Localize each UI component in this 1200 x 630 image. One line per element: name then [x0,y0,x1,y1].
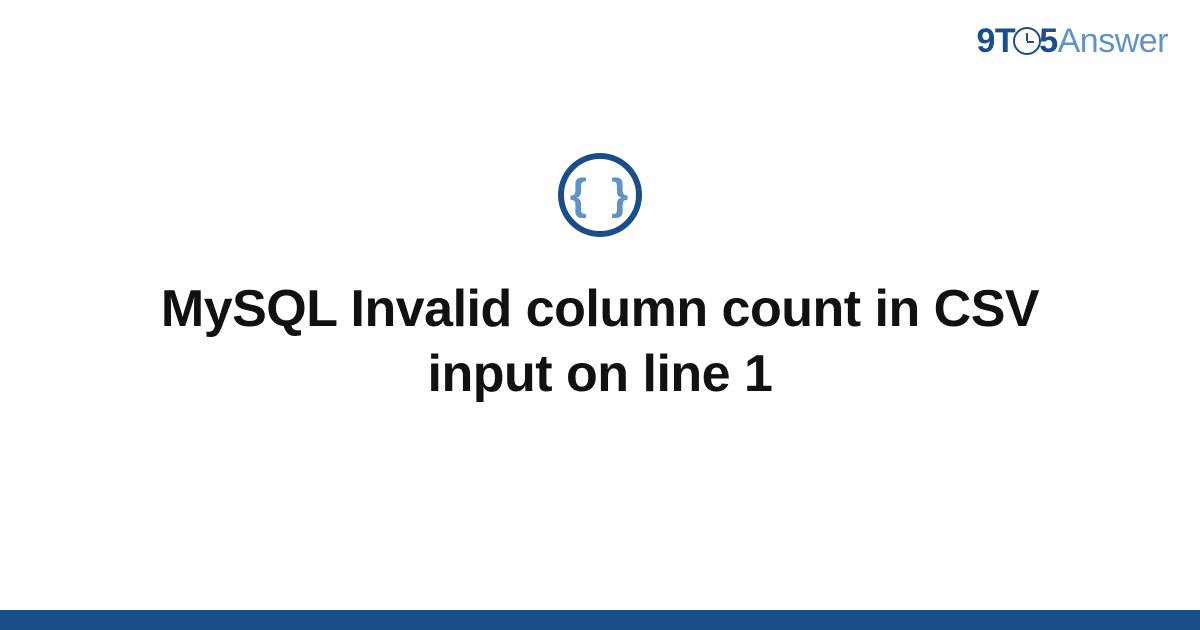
braces-icon: { } [570,173,634,217]
footer-bar [0,610,1200,630]
code-category-icon: { } [558,153,642,237]
main-content: { } MySQL Invalid column count in CSV in… [0,0,1200,610]
question-title: MySQL Invalid column count in CSV input … [140,277,1060,407]
